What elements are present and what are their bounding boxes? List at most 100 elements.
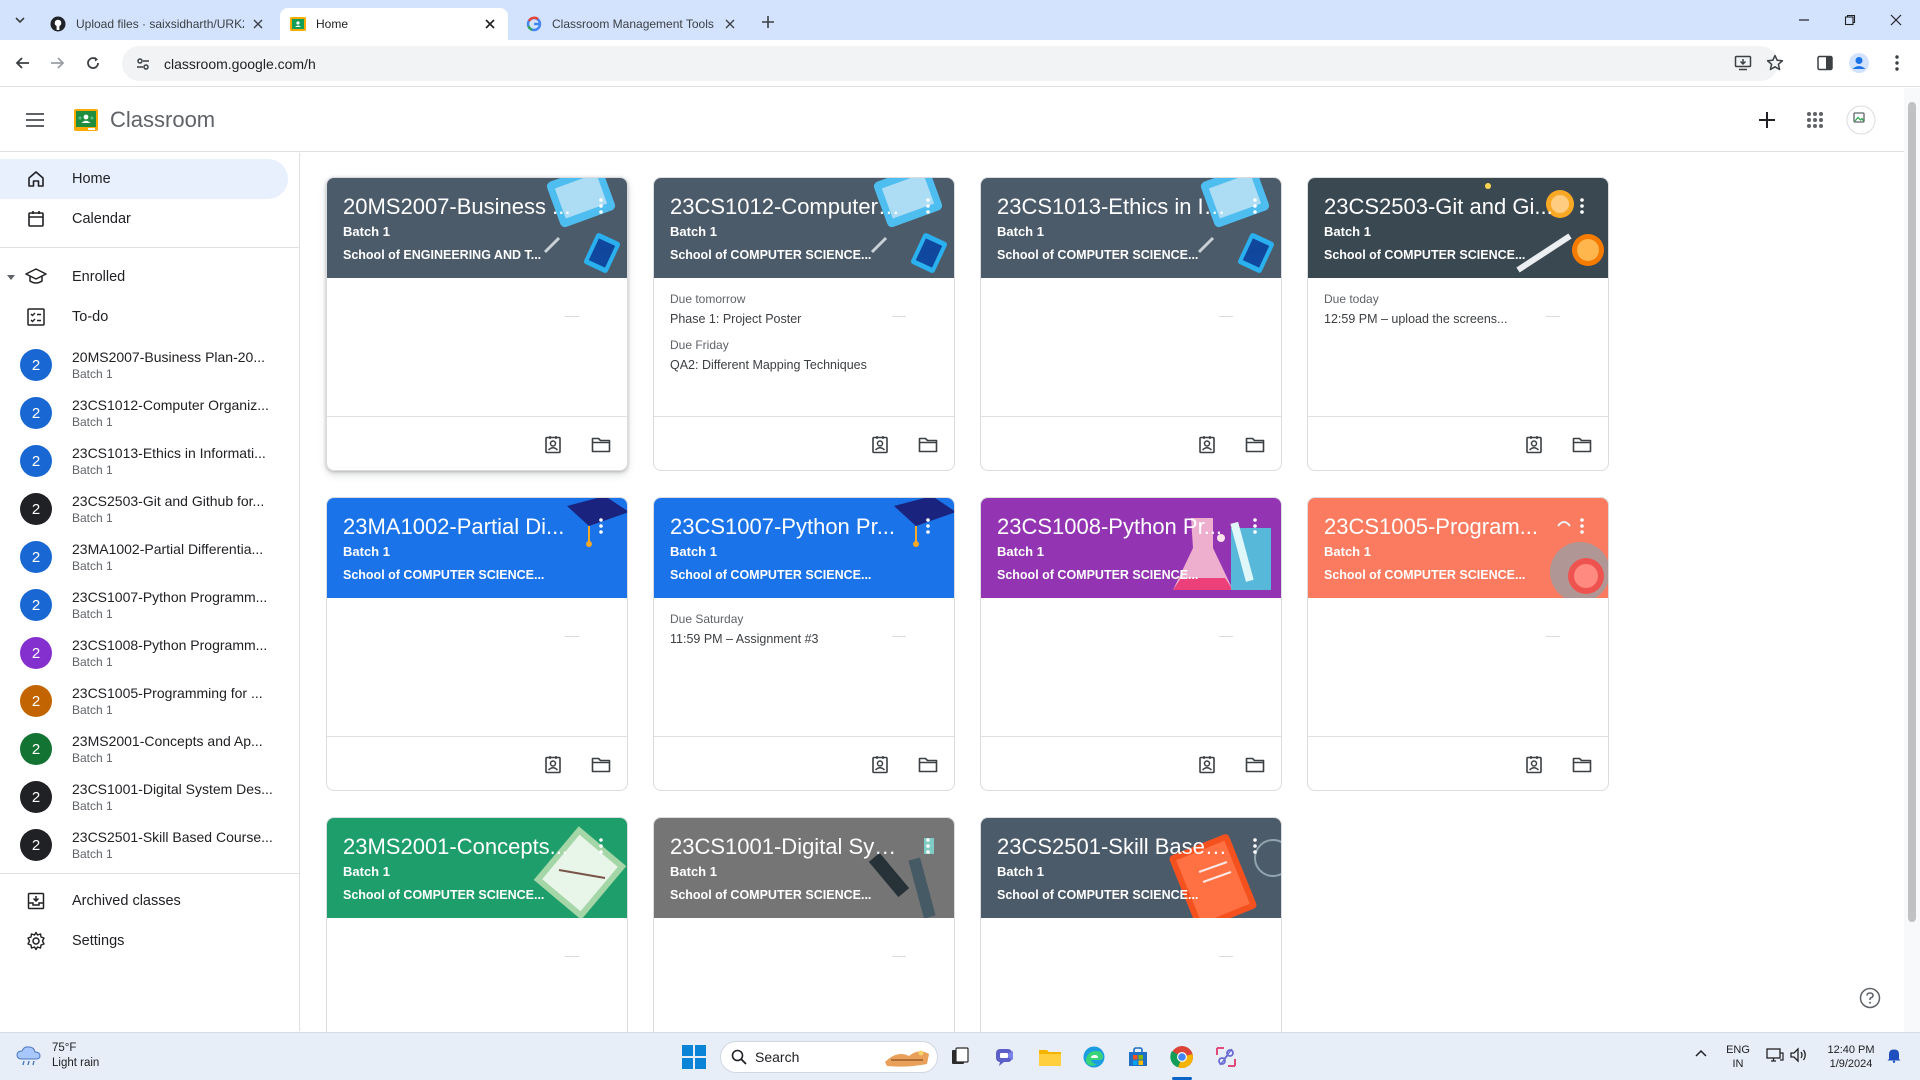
close-tab-icon[interactable]: [482, 16, 498, 32]
add-class-plus-icon[interactable]: [1752, 105, 1782, 135]
your-work-icon[interactable]: [539, 431, 567, 459]
browser-tab-classroom-tools[interactable]: Classroom Management Tools &: [516, 8, 748, 40]
page-scrollbar[interactable]: [1904, 88, 1920, 1032]
sidebar-item-enrolled[interactable]: Enrolled: [0, 257, 288, 297]
reload-icon[interactable]: [80, 50, 106, 76]
drive-folder-icon[interactable]: [914, 751, 942, 779]
card-header[interactable]: 23CS1001-Digital Sys... Batch 1 School o…: [654, 818, 954, 918]
more-options-icon[interactable]: [591, 194, 611, 218]
more-options-icon[interactable]: [918, 834, 938, 858]
class-teacher-school[interactable]: School of COMPUTER SCIENCE...: [997, 248, 1202, 262]
address-bar[interactable]: classroom.google.com/h: [122, 46, 1778, 81]
class-title[interactable]: 23CS1008-Python Pr...: [997, 514, 1227, 540]
app-title[interactable]: Classroom: [110, 107, 215, 133]
more-options-icon[interactable]: [1245, 834, 1265, 858]
scrollbar-thumb[interactable]: [1908, 102, 1916, 922]
sidebar-item-settings[interactable]: Settings: [0, 921, 288, 961]
drive-folder-icon[interactable]: [1568, 431, 1596, 459]
more-options-icon[interactable]: [1245, 514, 1265, 538]
card-header[interactable]: 23MS2001-Concepts... Batch 1 School of C…: [327, 818, 627, 918]
drive-folder-icon[interactable]: [587, 751, 615, 779]
class-card[interactable]: 23CS1005-Program... Batch 1 School of CO…: [1307, 497, 1609, 791]
due-assignment[interactable]: Due Saturday 11:59 PM – Assignment #3: [670, 612, 890, 646]
class-teacher-school[interactable]: School of COMPUTER SCIENCE...: [343, 568, 548, 582]
browser-tab-home[interactable]: Home: [280, 8, 508, 40]
class-card[interactable]: 23CS2503-Git and Gi... Batch 1 School of…: [1307, 177, 1609, 471]
class-title[interactable]: 23CS2503-Git and Gi...: [1324, 194, 1554, 220]
more-options-icon[interactable]: [918, 514, 938, 538]
sidebar-class-item[interactable]: 2 23CS1005-Programming for ... Batch 1: [0, 677, 288, 725]
class-card[interactable]: 23CS1013-Ethics in In... Batch 1 School …: [980, 177, 1282, 471]
volume-icon[interactable]: [1790, 1047, 1808, 1067]
drive-folder-icon[interactable]: [914, 431, 942, 459]
site-info-icon[interactable]: [128, 56, 158, 72]
drive-folder-icon[interactable]: [1241, 431, 1269, 459]
due-assignment[interactable]: Due tomorrow Phase 1: Project Poster: [670, 292, 890, 326]
sidebar-class-item[interactable]: 2 23MS2001-Concepts and Ap... Batch 1: [0, 725, 288, 773]
tab-search-chevron-icon[interactable]: [8, 8, 32, 32]
notification-bell-icon[interactable]: [1886, 1047, 1902, 1067]
drive-folder-icon[interactable]: [1568, 751, 1596, 779]
due-assignment-title[interactable]: QA2: Different Mapping Techniques: [670, 358, 890, 372]
card-header[interactable]: 23CS2501-Skill Based... Batch 1 School o…: [981, 818, 1281, 918]
your-work-icon[interactable]: [1193, 751, 1221, 779]
task-view-icon[interactable]: [946, 1043, 974, 1071]
class-teacher-school[interactable]: School of COMPUTER SCIENCE...: [670, 248, 875, 262]
class-card[interactable]: 23CS1007-Python Pr... Batch 1 School of …: [653, 497, 955, 791]
sidebar-item-todo[interactable]: To-do: [0, 297, 288, 337]
class-teacher-school[interactable]: School of COMPUTER SCIENCE...: [343, 888, 548, 902]
more-options-icon[interactable]: [591, 834, 611, 858]
google-apps-grid-icon[interactable]: [1800, 105, 1830, 135]
more-options-icon[interactable]: [1572, 514, 1592, 538]
class-teacher-school[interactable]: School of COMPUTER SCIENCE...: [670, 568, 875, 582]
sidebar-class-item[interactable]: 2 20MS2007-Business Plan-20... Batch 1: [0, 341, 288, 389]
class-title[interactable]: 23CS1005-Program...: [1324, 514, 1554, 540]
card-header[interactable]: 20MS2007-Business ... Batch 1 School of …: [327, 178, 627, 278]
taskbar-search-box[interactable]: Search: [720, 1041, 938, 1073]
drive-folder-icon[interactable]: [1241, 751, 1269, 779]
your-work-icon[interactable]: [1520, 431, 1548, 459]
snipping-tool-icon[interactable]: [1212, 1043, 1240, 1071]
sidebar-item-calendar[interactable]: Calendar: [0, 199, 288, 239]
class-title[interactable]: 23CS2501-Skill Based...: [997, 834, 1227, 860]
class-teacher-school[interactable]: School of ENGINEERING AND T...: [343, 248, 548, 262]
card-header[interactable]: 23CS2503-Git and Gi... Batch 1 School of…: [1308, 178, 1608, 278]
class-title[interactable]: 23CS1007-Python Pr...: [670, 514, 900, 540]
sidebar-item-home[interactable]: Home: [0, 159, 288, 199]
classroom-logo-icon[interactable]: [74, 108, 98, 132]
install-app-icon[interactable]: [1730, 50, 1756, 76]
weather-widget[interactable]: 75°F Light rain: [16, 1041, 99, 1071]
chrome-icon[interactable]: [1168, 1043, 1196, 1071]
your-work-icon[interactable]: [1193, 431, 1221, 459]
class-card[interactable]: 20MS2007-Business ... Batch 1 School of …: [326, 177, 628, 471]
class-teacher-school[interactable]: School of COMPUTER SCIENCE...: [1324, 248, 1529, 262]
class-card[interactable]: 23CS1012-Computer ... Batch 1 School of …: [653, 177, 955, 471]
show-hidden-icons-chevron-icon[interactable]: [1694, 1047, 1708, 1065]
more-options-icon[interactable]: [1245, 194, 1265, 218]
class-title[interactable]: 20MS2007-Business ...: [343, 194, 573, 220]
card-header[interactable]: 23MA1002-Partial Di... Batch 1 School of…: [327, 498, 627, 598]
due-assignment-title[interactable]: Phase 1: Project Poster: [670, 312, 890, 326]
back-arrow-icon[interactable]: [10, 50, 36, 76]
due-assignment-title[interactable]: 12:59 PM – upload the screens...: [1324, 312, 1544, 326]
class-title[interactable]: 23MS2001-Concepts...: [343, 834, 573, 860]
your-work-icon[interactable]: [539, 751, 567, 779]
clock[interactable]: 12:40 PM 1/9/2024: [1822, 1043, 1880, 1071]
sidebar-class-item[interactable]: 2 23CS1007-Python Programm... Batch 1: [0, 581, 288, 629]
close-tab-icon[interactable]: [250, 16, 266, 32]
microsoft-store-icon[interactable]: [1124, 1043, 1152, 1071]
network-icon[interactable]: [1766, 1047, 1784, 1067]
more-options-icon[interactable]: [1572, 194, 1592, 218]
close-window-icon[interactable]: [1876, 8, 1916, 32]
card-header[interactable]: 23CS1005-Program... Batch 1 School of CO…: [1308, 498, 1608, 598]
due-assignment[interactable]: Due Friday QA2: Different Mapping Techni…: [670, 338, 890, 372]
file-explorer-icon[interactable]: [1036, 1043, 1064, 1071]
help-icon[interactable]: [1858, 986, 1882, 1010]
minimize-icon[interactable]: [1784, 8, 1824, 32]
bookmark-star-icon[interactable]: [1762, 50, 1788, 76]
more-options-icon[interactable]: [591, 514, 611, 538]
class-teacher-school[interactable]: School of COMPUTER SCIENCE...: [997, 888, 1202, 902]
due-assignment[interactable]: Due today 12:59 PM – upload the screens.…: [1324, 292, 1544, 326]
sidebar-item-archived[interactable]: Archived classes: [0, 881, 288, 921]
profile-icon[interactable]: [1846, 50, 1872, 76]
